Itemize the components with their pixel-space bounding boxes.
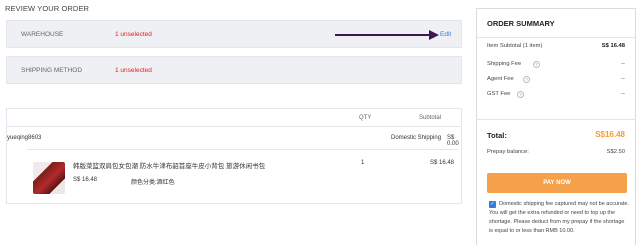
product-price: S$ 16.48 (73, 177, 98, 183)
shipping-fee-notice: Domestic shipping fee captured may not b… (489, 201, 629, 234)
shipping-fee-value: -- (621, 61, 625, 67)
product-variant: 颜色分类:酒红色 (131, 180, 175, 186)
help-icon[interactable]: ? (517, 91, 524, 98)
shipping-method-section: SHIPPING METHOD 1 unselected (6, 56, 462, 84)
arrow-right-icon (335, 30, 439, 40)
warehouse-status: 1 unselected (115, 31, 152, 38)
product-title[interactable]: 韩版菜篮双肩包女包潮 防水牛津布韶首座牛皮小背包 旅游休闲书包 (73, 160, 265, 170)
seller-row: yueqing8603 Domestic Shipping S$ 0.00 (7, 129, 461, 147)
item-subtotal-value: S$ 16.48 (601, 43, 625, 49)
domestic-shipping-value: S$ 0.00 (447, 135, 459, 147)
product-thumbnail[interactable] (33, 162, 65, 194)
column-header-subtotal: Subtotal (419, 115, 442, 121)
order-items-table: QTY Subtotal yueqing8603 Domestic Shippi… (6, 108, 462, 204)
table-row: 韩版菜篮双肩包女包潮 防水牛津布韶首座牛皮小背包 旅游休闲书包 S$ 16.48… (27, 149, 457, 201)
agent-fee-label: Agent Fee (487, 76, 514, 82)
pay-now-button[interactable]: PAY NOW (487, 173, 627, 193)
gst-fee-value: -- (621, 91, 625, 97)
order-summary-panel: ORDER SUMMARY Item Subtotal (1 item) S$ … (476, 8, 636, 245)
product-qty: 1 (361, 160, 365, 166)
item-subtotal-label: Item Subtotal (1 item) (487, 43, 542, 49)
warehouse-label: WAREHOUSE (21, 31, 64, 38)
total-label: Total: (487, 131, 507, 140)
domestic-shipping-label: Domestic Shipping (391, 135, 442, 141)
warehouse-section: WAREHOUSE 1 unselected Edit (6, 20, 462, 48)
help-icon[interactable]: ? (523, 76, 530, 83)
seller-name: yueqing8603 (7, 135, 42, 141)
shipping-method-status: 1 unselected (115, 67, 152, 74)
shipping-method-label: SHIPPING METHOD (21, 67, 83, 74)
column-header-qty: QTY (359, 115, 372, 121)
summary-divider (477, 37, 635, 38)
total-value: S$16.48 (595, 130, 625, 139)
order-summary-title: ORDER SUMMARY (487, 19, 555, 28)
item-subtotal-text: Item Subtotal (487, 43, 522, 49)
prepay-balance-label: Prepay balance: (487, 149, 529, 155)
help-icon[interactable]: ? (533, 61, 540, 68)
item-subtotal-count: (1 item) (522, 43, 543, 49)
page-title: REVIEW YOUR ORDER (5, 4, 90, 13)
prepay-balance-value: S$2.50 (606, 149, 625, 155)
warehouse-edit-link[interactable]: Edit (440, 31, 451, 38)
gst-fee-label: GST Fee (487, 91, 511, 97)
shipping-fee-label: Shipping Fee (487, 61, 522, 67)
agent-fee-value: -- (621, 76, 625, 82)
product-subtotal: S$ 16.48 (430, 160, 455, 166)
items-table-header: QTY Subtotal (7, 109, 461, 127)
summary-divider (477, 119, 635, 120)
